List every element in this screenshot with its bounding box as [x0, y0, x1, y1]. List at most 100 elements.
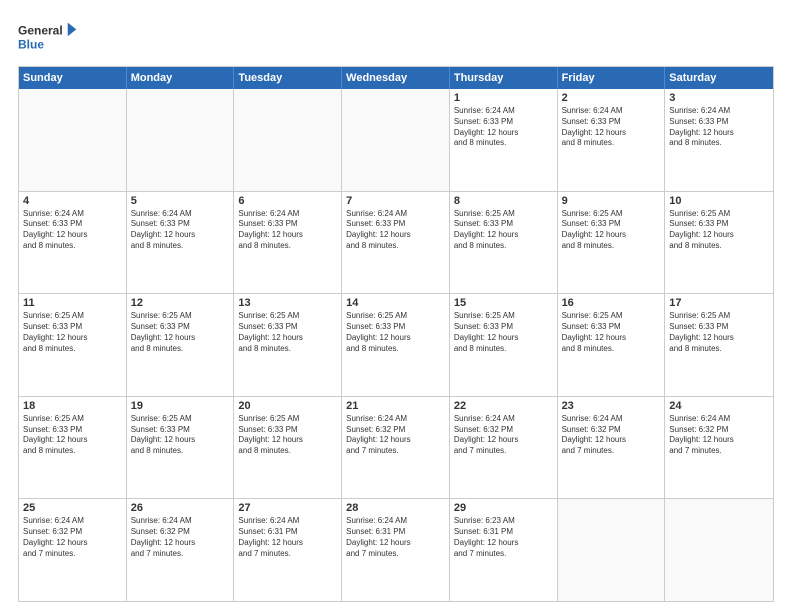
- day-number: 22: [454, 400, 553, 412]
- day-number: 8: [454, 195, 553, 207]
- calendar-day-4: 4Sunrise: 6:24 AM Sunset: 6:33 PM Daylig…: [19, 192, 127, 294]
- calendar-day-23: 23 Sunrise: 6:24 AM Sunset: 6:32 PM Dayli…: [558, 397, 666, 499]
- calendar-empty-cell: [19, 89, 127, 191]
- day-info: Sunrise: 6:24 AM Sunset: 6:33 PM Dayligh…: [562, 106, 661, 149]
- day-number: 25: [23, 502, 122, 514]
- day-number: 19: [131, 400, 230, 412]
- calendar-day-3: 3 Sunrise: 6:24 AM Sunset: 6:33 PM Daylig…: [665, 89, 773, 191]
- calendar-day-12: 12 Sunrise: 6:25 AM Sunset: 6:33 PM Dayli…: [127, 294, 235, 396]
- calendar-day-24: 24 Sunrise: 6:24 AM Sunset: 6:32 PM Dayli…: [665, 397, 773, 499]
- calendar-day-29: 29 Sunrise: 6:23 AM Sunset: 6:31 PM Dayli…: [450, 499, 558, 601]
- calendar-empty-cell: [342, 89, 450, 191]
- day-number: 7: [346, 195, 445, 207]
- day-number: 28: [346, 502, 445, 514]
- logo-svg: General Blue: [18, 18, 78, 58]
- day-info: Sunrise: 6:24 AM Sunset: 6:31 PM Dayligh…: [238, 516, 337, 559]
- day-number: 27: [238, 502, 337, 514]
- calendar-empty-cell: [127, 89, 235, 191]
- calendar-week-5: 25 Sunrise: 6:24 AM Sunset: 6:32 PM Dayli…: [19, 499, 773, 601]
- day-info: Sunrise: 6:24 AM Sunset: 6:31 PM Dayligh…: [346, 516, 445, 559]
- day-info: Sunrise: 6:24 AM Sunset: 6:32 PM Dayligh…: [131, 516, 230, 559]
- calendar-day-17: 17Sunrise: 6:25 AM Sunset: 6:33 PM Dayli…: [665, 294, 773, 396]
- calendar-day-21: 21 Sunrise: 6:24 AM Sunset: 6:32 PM Dayli…: [342, 397, 450, 499]
- day-info: Sunrise: 6:24 AM Sunset: 6:33 PM Dayligh…: [669, 106, 769, 149]
- calendar-day-13: 13 Sunrise: 6:25 AM Sunset: 6:33 PM Dayli…: [234, 294, 342, 396]
- calendar-week-4: 18 Sunrise: 6:25 AM Sunset: 6:33 PM Dayli…: [19, 397, 773, 500]
- day-number: 20: [238, 400, 337, 412]
- calendar-empty-cell: [558, 499, 666, 601]
- day-number: 21: [346, 400, 445, 412]
- day-info: Sunrise: 6:24 AM Sunset: 6:33 PM Dayligh…: [454, 106, 553, 149]
- calendar-day-9: 9 Sunrise: 6:25 AM Sunset: 6:33 PM Daylig…: [558, 192, 666, 294]
- calendar-day-20: 20Sunrise: 6:25 AM Sunset: 6:33 PM Dayli…: [234, 397, 342, 499]
- day-number: 6: [238, 195, 337, 207]
- day-info: Sunrise: 6:25 AM Sunset: 6:33 PM Dayligh…: [131, 414, 230, 457]
- calendar-day-7: 7 Sunrise: 6:24 AM Sunset: 6:33 PM Daylig…: [342, 192, 450, 294]
- day-number: 13: [238, 297, 337, 309]
- day-number: 23: [562, 400, 661, 412]
- day-header-wednesday: Wednesday: [342, 67, 450, 89]
- day-info: Sunrise: 6:24 AM Sunset: 6:32 PM Dayligh…: [562, 414, 661, 457]
- calendar-day-11: 11 Sunrise: 6:25 AM Sunset: 6:33 PM Dayli…: [19, 294, 127, 396]
- day-info: Sunrise: 6:25 AM Sunset: 6:33 PM Dayligh…: [562, 311, 661, 354]
- day-number: 2: [562, 92, 661, 104]
- day-info: Sunrise: 6:25 AM Sunset: 6:33 PM Dayligh…: [238, 311, 337, 354]
- page-header: General Blue: [18, 18, 774, 58]
- calendar-day-22: 22 Sunrise: 6:24 AM Sunset: 6:32 PM Dayli…: [450, 397, 558, 499]
- calendar-day-2: 2 Sunrise: 6:24 AM Sunset: 6:33 PM Daylig…: [558, 89, 666, 191]
- svg-text:Blue: Blue: [18, 37, 44, 51]
- day-info: Sunrise: 6:25 AM Sunset: 6:33 PM Dayligh…: [669, 311, 769, 354]
- day-info: Sunrise: 6:24 AM Sunset: 6:32 PM Dayligh…: [454, 414, 553, 457]
- calendar-week-1: 1 Sunrise: 6:24 AM Sunset: 6:33 PM Daylig…: [19, 89, 773, 192]
- day-header-monday: Monday: [127, 67, 235, 89]
- calendar-day-10: 10 Sunrise: 6:25 AM Sunset: 6:33 PM Dayli…: [665, 192, 773, 294]
- calendar-day-25: 25 Sunrise: 6:24 AM Sunset: 6:32 PM Dayli…: [19, 499, 127, 601]
- day-number: 18: [23, 400, 122, 412]
- day-info: Sunrise: 6:24 AM Sunset: 6:32 PM Dayligh…: [669, 414, 769, 457]
- day-number: 11: [23, 297, 122, 309]
- day-number: 10: [669, 195, 769, 207]
- calendar-week-2: 4Sunrise: 6:24 AM Sunset: 6:33 PM Daylig…: [19, 192, 773, 295]
- day-info: Sunrise: 6:24 AM Sunset: 6:33 PM Dayligh…: [346, 209, 445, 252]
- day-info: Sunrise: 6:24 AM Sunset: 6:32 PM Dayligh…: [23, 516, 122, 559]
- day-number: 29: [454, 502, 553, 514]
- calendar-week-3: 11 Sunrise: 6:25 AM Sunset: 6:33 PM Dayli…: [19, 294, 773, 397]
- day-number: 12: [131, 297, 230, 309]
- day-header-sunday: Sunday: [19, 67, 127, 89]
- day-info: Sunrise: 6:24 AM Sunset: 6:33 PM Dayligh…: [131, 209, 230, 252]
- calendar-day-27: 27 Sunrise: 6:24 AM Sunset: 6:31 PM Dayli…: [234, 499, 342, 601]
- day-number: 9: [562, 195, 661, 207]
- day-number: 16: [562, 297, 661, 309]
- calendar-day-14: 14 Sunrise: 6:25 AM Sunset: 6:33 PM Dayli…: [342, 294, 450, 396]
- calendar-day-6: 6 Sunrise: 6:24 AM Sunset: 6:33 PM Daylig…: [234, 192, 342, 294]
- calendar: SundayMondayTuesdayWednesdayThursdayFrid…: [18, 66, 774, 602]
- day-info: Sunrise: 6:24 AM Sunset: 6:33 PM Dayligh…: [238, 209, 337, 252]
- calendar-day-16: 16 Sunrise: 6:25 AM Sunset: 6:33 PM Dayli…: [558, 294, 666, 396]
- day-number: 15: [454, 297, 553, 309]
- calendar-empty-cell: [234, 89, 342, 191]
- calendar-day-26: 26 Sunrise: 6:24 AM Sunset: 6:32 PM Dayli…: [127, 499, 235, 601]
- day-number: 14: [346, 297, 445, 309]
- day-info: Sunrise: 6:25 AM Sunset: 6:33 PM Dayligh…: [454, 209, 553, 252]
- day-info: Sunrise: 6:23 AM Sunset: 6:31 PM Dayligh…: [454, 516, 553, 559]
- day-header-tuesday: Tuesday: [234, 67, 342, 89]
- day-info: Sunrise: 6:25 AM Sunset: 6:33 PM Dayligh…: [346, 311, 445, 354]
- day-number: 24: [669, 400, 769, 412]
- day-info: Sunrise: 6:25 AM Sunset: 6:33 PM Dayligh…: [562, 209, 661, 252]
- day-info: Sunrise: 6:24 AM Sunset: 6:33 PM Dayligh…: [23, 209, 122, 252]
- day-number: 26: [131, 502, 230, 514]
- day-number: 5: [131, 195, 230, 207]
- day-info: Sunrise: 6:25 AM Sunset: 6:33 PM Dayligh…: [454, 311, 553, 354]
- day-header-friday: Friday: [558, 67, 666, 89]
- calendar-day-5: 5 Sunrise: 6:24 AM Sunset: 6:33 PM Daylig…: [127, 192, 235, 294]
- calendar-empty-cell: [665, 499, 773, 601]
- day-number: 1: [454, 92, 553, 104]
- calendar-day-28: 28 Sunrise: 6:24 AM Sunset: 6:31 PM Dayli…: [342, 499, 450, 601]
- day-info: Sunrise: 6:25 AM Sunset: 6:33 PM Dayligh…: [669, 209, 769, 252]
- day-info: Sunrise: 6:24 AM Sunset: 6:32 PM Dayligh…: [346, 414, 445, 457]
- day-info: Sunrise: 6:25 AM Sunset: 6:33 PM Dayligh…: [131, 311, 230, 354]
- day-header-thursday: Thursday: [450, 67, 558, 89]
- day-number: 3: [669, 92, 769, 104]
- day-info: Sunrise: 6:25 AM Sunset: 6:33 PM Dayligh…: [23, 311, 122, 354]
- day-info: Sunrise: 6:25 AM Sunset: 6:33 PM Dayligh…: [23, 414, 122, 457]
